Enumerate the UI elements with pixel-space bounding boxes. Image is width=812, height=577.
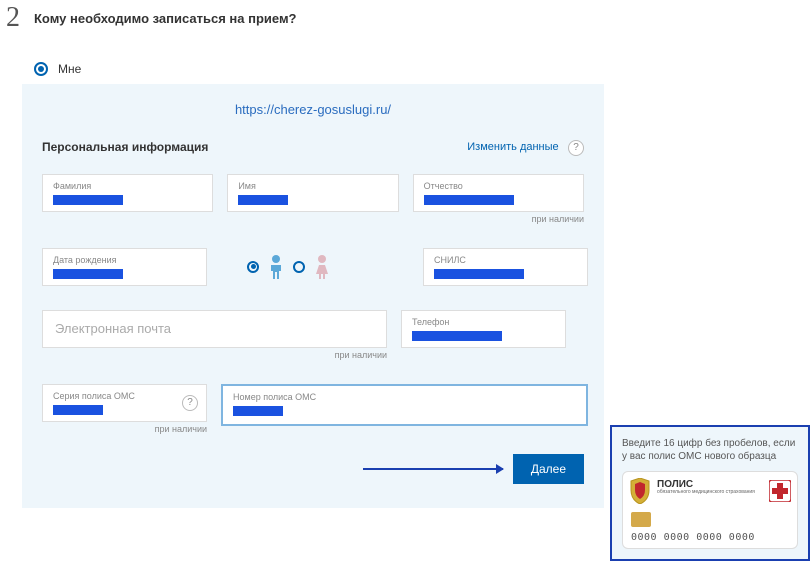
snils-label: СНИЛС bbox=[434, 255, 577, 265]
medical-cross-icon bbox=[769, 480, 791, 502]
patronymic-field[interactable]: Отчество bbox=[413, 174, 584, 212]
form-panel: https://cherez-gosuslugi.ru/ Персональна… bbox=[22, 84, 604, 508]
radio-me-label: Мне bbox=[58, 62, 81, 76]
arrow-annotation bbox=[363, 468, 503, 470]
surname-field[interactable]: Фамилия bbox=[42, 174, 213, 212]
change-data-link[interactable]: Изменить данные bbox=[467, 141, 558, 153]
help-icon[interactable]: ? bbox=[182, 395, 198, 411]
radio-icon bbox=[34, 62, 48, 76]
email-helper: при наличии bbox=[42, 350, 387, 360]
tooltip-text: Введите 16 цифр без пробелов, если у вас… bbox=[622, 437, 798, 463]
polis-number-label: Номер полиса ОМС bbox=[233, 392, 576, 402]
polis-series-field[interactable]: Серия полиса ОМС ? bbox=[42, 384, 207, 422]
coat-of-arms-icon bbox=[629, 478, 651, 504]
step-number: 2 bbox=[6, 2, 20, 34]
email-placeholder: Электронная почта bbox=[55, 321, 171, 336]
redacted-value bbox=[412, 331, 502, 341]
name-field[interactable]: Имя bbox=[227, 174, 398, 212]
watermark-url: https://cherez-gosuslugi.ru/ bbox=[38, 102, 588, 117]
section-title: Персональная информация bbox=[42, 140, 208, 154]
polis-number-field[interactable]: Номер полиса ОМС bbox=[221, 384, 588, 426]
redacted-value bbox=[53, 269, 123, 279]
radio-me[interactable]: Мне bbox=[34, 62, 812, 76]
polis-series-helper: при наличии bbox=[42, 424, 207, 434]
polis-tooltip: Введите 16 цифр без пробелов, если у вас… bbox=[610, 425, 810, 561]
step-title: Кому необходимо записаться на прием? bbox=[34, 11, 297, 26]
redacted-value bbox=[424, 195, 514, 205]
redacted-value bbox=[53, 195, 123, 205]
male-icon bbox=[267, 254, 285, 280]
email-field[interactable]: Электронная почта bbox=[42, 310, 387, 348]
polis-series-label: Серия полиса ОМС bbox=[53, 391, 196, 401]
patronymic-label: Отчество bbox=[424, 181, 573, 191]
female-icon bbox=[313, 254, 331, 280]
polis-card-illustration: ПОЛИС обязательного медицинского страхов… bbox=[622, 471, 798, 549]
birthdate-label: Дата рождения bbox=[53, 255, 196, 265]
help-icon[interactable]: ? bbox=[568, 140, 584, 156]
redacted-value bbox=[233, 406, 283, 416]
gender-female-radio[interactable] bbox=[293, 261, 305, 273]
gender-male-radio[interactable] bbox=[247, 261, 259, 273]
snils-field[interactable]: СНИЛС bbox=[423, 248, 588, 286]
polis-card-subtitle: обязательного медицинского страхования bbox=[657, 490, 755, 496]
name-label: Имя bbox=[238, 181, 387, 191]
surname-label: Фамилия bbox=[53, 181, 202, 191]
phone-label: Телефон bbox=[412, 317, 555, 327]
redacted-value bbox=[238, 195, 288, 205]
redacted-value bbox=[53, 405, 103, 415]
chip-icon bbox=[631, 512, 651, 527]
redacted-value bbox=[434, 269, 524, 279]
patronymic-helper: при наличии bbox=[413, 214, 584, 224]
polis-card-digits: 0000 0000 0000 0000 bbox=[631, 531, 755, 544]
birthdate-field[interactable]: Дата рождения bbox=[42, 248, 207, 286]
gender-selector[interactable] bbox=[247, 254, 331, 280]
phone-field[interactable]: Телефон bbox=[401, 310, 566, 348]
next-button[interactable]: Далее bbox=[513, 454, 584, 484]
